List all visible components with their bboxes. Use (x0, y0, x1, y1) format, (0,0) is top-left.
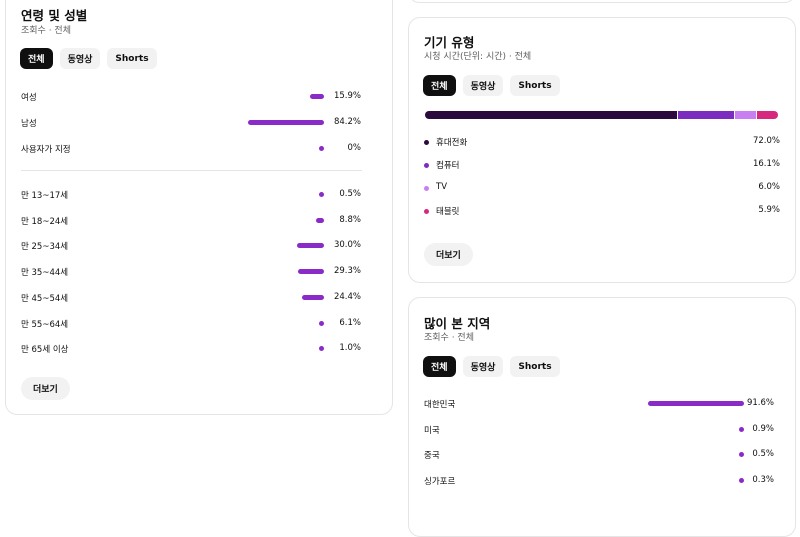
age-row-label: 만 45~54세 (21, 293, 69, 304)
age-gender-filter-chips: 전체 동영상 Shorts (20, 48, 157, 69)
chip-shorts[interactable]: Shorts (510, 75, 560, 96)
geo-row-value: 91.6% (746, 398, 774, 408)
age-gender-subtitle: 조회수 · 전체 (21, 26, 71, 36)
age-row-value: 29.3% (333, 266, 361, 277)
device-legend-value: 72.0% (752, 136, 780, 146)
chip-all[interactable]: 전체 (423, 75, 456, 96)
geo-row-label: 미국 (424, 425, 440, 436)
device-filter-chips: 전체 동영상 Shorts (423, 75, 560, 96)
age-row-value: 30.0% (333, 240, 361, 251)
geo-row: 중국 0.5% (0, 449, 800, 463)
gender-row-bar (319, 146, 324, 151)
device-segment (678, 111, 735, 119)
gender-row-bar (248, 120, 324, 125)
device-legend-label: 컴퓨터 (436, 161, 460, 171)
age-row-label: 만 55~64세 (21, 319, 69, 330)
age-row-bar (318, 320, 324, 326)
age-row-bar (316, 217, 324, 223)
device-legend-row: 컴퓨터 16.1% (424, 159, 780, 173)
geo-row: 미국 0.9% (0, 424, 800, 438)
gender-row-value: 0% (347, 143, 362, 153)
geo-row-bar (647, 401, 744, 406)
previous-card-edge (408, 0, 796, 3)
age-row-value: 24.4% (333, 291, 361, 302)
device-legend-value: 6.0% (758, 182, 780, 192)
device-segment (757, 111, 778, 119)
device-legend-row: TV 6.0% (424, 182, 780, 196)
chip-shorts[interactable]: Shorts (107, 48, 157, 69)
age-row-bar (297, 269, 324, 275)
age-row-label: 만 13~17세 (21, 191, 69, 201)
device-legend-row: 태블릿 5.9% (424, 205, 780, 219)
device-segment (735, 111, 757, 119)
geo-row-label: 중국 (424, 451, 440, 462)
legend-dot-icon (424, 140, 429, 145)
age-row-bar (302, 294, 324, 300)
age-row-value: 1.0% (339, 343, 361, 354)
device-legend-row: 휴대전화 72.0% (424, 136, 780, 150)
device-stacked-bar (425, 111, 778, 119)
age-gender-title: 연령 및 성별 (21, 8, 88, 23)
age-row-label: 만 35~44세 (21, 268, 69, 279)
legend-dot-icon (424, 186, 429, 191)
device-legend-label: TV (436, 182, 448, 192)
device-legend-label: 태블릿 (436, 207, 460, 217)
gender-row-value: 84.2% (333, 117, 361, 127)
age-row-label: 만 25~34세 (21, 242, 69, 253)
chip-video[interactable]: 동영상 (59, 48, 101, 69)
age-row-value: 0.5% (339, 189, 361, 199)
age-row-bar (319, 346, 324, 352)
device-more-button[interactable]: 더보기 (424, 243, 473, 266)
device-subtitle: 시청 시간(단위: 시간) · 전체 (424, 52, 532, 62)
device-legend-value: 16.1% (752, 159, 780, 169)
age-gender-more-button[interactable]: 더보기 (21, 377, 70, 400)
device-segment (425, 111, 678, 119)
age-row-label: 만 65세 이상 (21, 345, 69, 356)
gender-row-label: 사용자가 지정 (21, 145, 71, 155)
device-legend-label: 휴대전화 (436, 138, 468, 148)
geo-subtitle: 조회수 · 전체 (424, 333, 474, 343)
age-row-label: 만 18~24세 (21, 216, 69, 227)
gender-row-label: 여성 (21, 93, 37, 103)
geo-row: 대한민국 91.6% (0, 398, 800, 412)
device-legend-value: 5.9% (758, 205, 780, 215)
gender-row-bar (309, 94, 324, 99)
age-row-value: 6.1% (339, 317, 361, 328)
geo-row-value: 0.3% (752, 475, 774, 486)
geo-row-value: 0.5% (752, 449, 774, 460)
divider (21, 170, 362, 171)
age-row-bar (319, 192, 324, 197)
chip-shorts[interactable]: Shorts (510, 356, 560, 377)
chip-all[interactable]: 전체 (20, 48, 53, 69)
geo-filter-chips: 전체 동영상 Shorts (423, 356, 560, 377)
gender-row-value: 15.9% (333, 91, 361, 101)
gender-row-label: 남성 (21, 119, 37, 129)
legend-dot-icon (424, 163, 429, 168)
geo-row: 싱가포르 0.3% (0, 475, 800, 489)
geo-row-label: 대한민국 (424, 400, 456, 410)
age-row-value: 8.8% (339, 214, 361, 225)
geo-row-value: 0.9% (752, 423, 774, 434)
legend-dot-icon (424, 209, 429, 214)
chip-video[interactable]: 동영상 (462, 75, 504, 96)
chip-all[interactable]: 전체 (423, 356, 456, 377)
age-row-bar (297, 243, 324, 249)
chip-video[interactable]: 동영상 (462, 356, 504, 377)
geo-row-label: 싱가포르 (424, 477, 456, 488)
